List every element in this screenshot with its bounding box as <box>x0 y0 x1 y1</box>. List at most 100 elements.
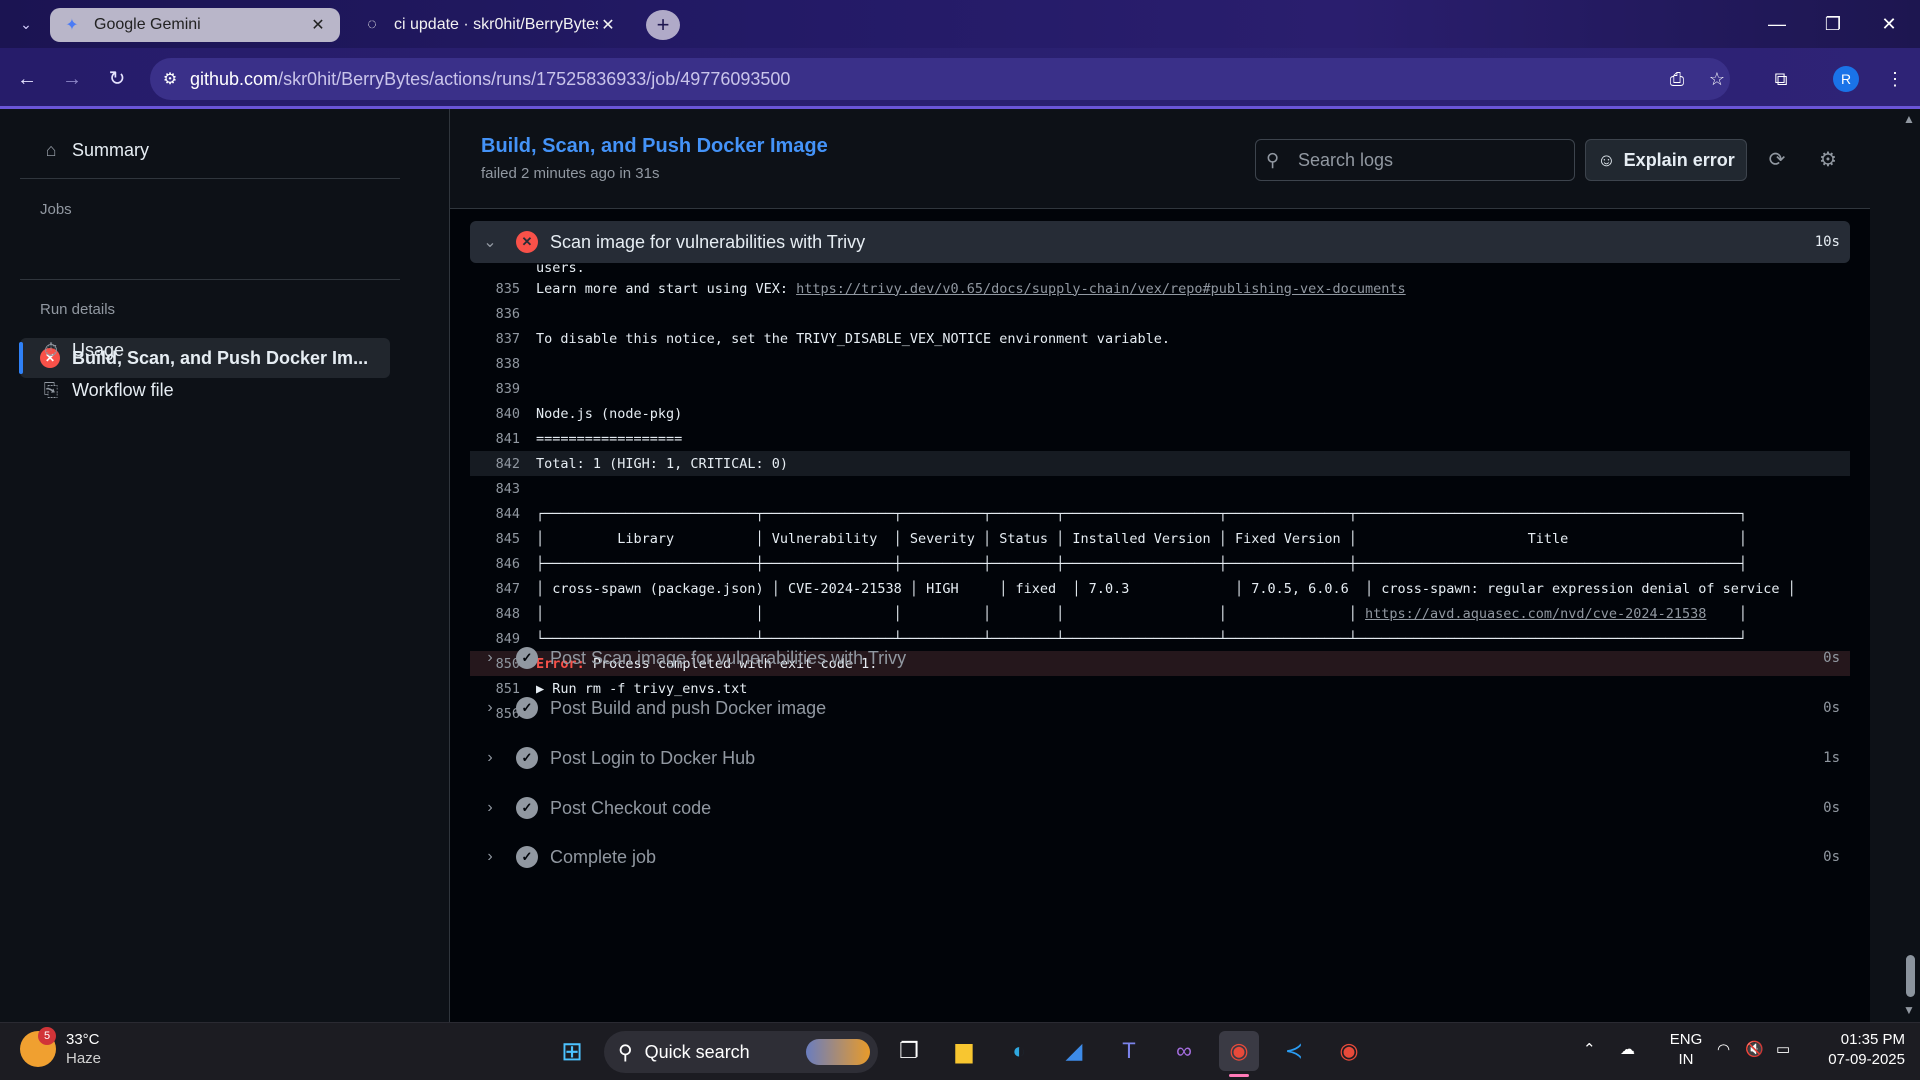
bookmark-star-icon[interactable]: ☆ <box>1702 64 1732 94</box>
show-hidden-icons[interactable]: ⌃ <box>1583 1040 1596 1058</box>
profile-avatar[interactable]: R <box>1833 66 1859 92</box>
url-text[interactable]: github.com/skr0hit/BerryBytes/actions/ru… <box>190 69 790 90</box>
line-number[interactable]: 843 <box>470 481 530 497</box>
line-number[interactable]: 846 <box>470 556 530 572</box>
extensions-icon[interactable]: ⧉ <box>1766 64 1796 94</box>
job-title[interactable]: Build, Scan, and Push Docker Image <box>481 135 828 158</box>
step-duration: 0s <box>1823 650 1840 666</box>
step-name: Post Checkout code <box>550 797 712 818</box>
line-number[interactable]: 848 <box>470 606 530 622</box>
system-clock[interactable]: 01:35 PM 07-09-2025 <box>1815 1030 1905 1070</box>
back-icon[interactable]: ← <box>12 64 42 94</box>
line-number[interactable]: 837 <box>470 331 530 347</box>
sidebar-item-summary[interactable]: ⌂ Summary <box>40 139 149 161</box>
settings-gear-icon[interactable]: ⚙ <box>1813 145 1843 175</box>
clock-time: 01:35 PM <box>1840 1031 1905 1048</box>
browser-menu-icon[interactable]: ⋮ <box>1880 64 1910 94</box>
chrome-icon-active[interactable]: ◉ <box>1219 1031 1259 1071</box>
file-explorer-icon[interactable]: ▆ <box>944 1031 984 1071</box>
sidebar-item-workflow-file[interactable]: ⎘ Workflow file <box>40 379 174 401</box>
chevron-right-icon: › <box>487 799 493 816</box>
line-number[interactable]: 842 <box>470 456 530 472</box>
search-placeholder: Search logs <box>1298 149 1394 170</box>
tab-search-dropdown-icon[interactable]: ⌄ <box>12 12 40 36</box>
line-number[interactable]: 835 <box>470 281 530 297</box>
sidebar-item-usage[interactable]: ⏱ Usage <box>40 339 124 361</box>
chrome-profile-n-icon[interactable]: ◉ <box>1329 1031 1369 1071</box>
close-tab-icon[interactable]: ✕ <box>598 15 618 35</box>
log-text: ├──────────────────────────┼────────────… <box>530 556 1747 572</box>
step-header-open[interactable]: ⌄ ✕ Scan image for vulnerabilities with … <box>470 221 1850 263</box>
vscode-icon[interactable]: ≺ <box>1274 1031 1314 1071</box>
log-link[interactable]: https://trivy.dev/v0.65/docs/supply-chai… <box>796 281 1406 297</box>
azure-app-icon[interactable]: ◢ <box>1054 1031 1094 1071</box>
step-row[interactable]: › ✓ Complete job 0s <box>470 837 1850 877</box>
job-header: Build, Scan, and Push Docker Image faile… <box>450 109 1870 209</box>
tab-github-actions[interactable]: ◌ ci update · skr0hit/BerryBytes@ ✕ <box>350 8 630 42</box>
file-code-icon: ⎘ <box>43 379 59 400</box>
restore-button[interactable]: ❐ <box>1805 0 1861 48</box>
step-duration: 10s <box>1814 234 1840 250</box>
line-number[interactable]: 841 <box>470 431 530 447</box>
weather-widget[interactable]: 5 33°C Haze <box>20 1027 102 1068</box>
log-content: │ Library │ Vulnerability │ Severity │ S… <box>536 530 1748 547</box>
divider <box>20 279 400 280</box>
language-indicator[interactable]: ENG IN <box>1666 1030 1706 1070</box>
explain-error-button[interactable]: ☺ Explain error <box>1585 139 1747 181</box>
step-name: Complete job <box>550 846 657 867</box>
new-tab-button[interactable]: + <box>646 10 680 40</box>
log-content: Total: 1 (HIGH: 1, CRITICAL: 0) <box>536 455 788 472</box>
install-app-icon[interactable]: ⎙ <box>1662 64 1692 94</box>
line-number[interactable]: 847 <box>470 581 530 597</box>
windows-start-icon[interactable]: ⊞ <box>552 1031 592 1071</box>
line-number[interactable]: 836 <box>470 306 530 322</box>
wifi-icon[interactable]: ◠ <box>1717 1040 1730 1058</box>
clock-date: 07-09-2025 <box>1828 1051 1905 1068</box>
sidebar-item-label: Summary <box>72 139 150 160</box>
line-number[interactable]: 845 <box>470 531 530 547</box>
search-logs-input[interactable]: ⚲ Search logs <box>1255 139 1575 181</box>
selected-indicator <box>19 342 23 374</box>
step-row[interactable]: › ✓ Post Build and push Docker image 0s <box>470 688 1850 728</box>
log-text: ================== <box>530 431 682 447</box>
battery-icon[interactable]: ▭ <box>1776 1040 1790 1058</box>
address-bar[interactable]: ⚙ github.com/skr0hit/BerryBytes/actions/… <box>150 58 1730 100</box>
scrollbar-thumb[interactable] <box>1906 955 1915 997</box>
edge-browser-icon[interactable]: ◐ <box>999 1031 1039 1071</box>
log-text: Node.js (node-pkg) <box>530 406 682 422</box>
reload-icon[interactable]: ↻ <box>102 64 132 94</box>
line-number[interactable]: 844 <box>470 506 530 522</box>
speaker-muted-icon[interactable]: 🔇 <box>1745 1040 1764 1058</box>
weather-desc: Haze <box>66 1050 102 1067</box>
line-number[interactable]: 838 <box>470 356 530 372</box>
home-icon: ⌂ <box>45 139 57 160</box>
page-scrollbar[interactable] <box>1900 109 1920 1022</box>
tab-title: ci update · skr0hit/BerryBytes@ <box>394 16 598 33</box>
line-number[interactable]: 840 <box>470 406 530 422</box>
forward-icon[interactable]: → <box>57 64 87 94</box>
sidebar-item-label: Workflow file <box>72 379 174 400</box>
close-window-button[interactable]: ✕ <box>1861 0 1917 48</box>
task-view-icon[interactable]: ❐ <box>889 1031 929 1071</box>
step-row[interactable]: › ✓ Post Checkout code 0s <box>470 788 1850 828</box>
close-tab-icon[interactable]: ✕ <box>308 15 328 35</box>
line-number[interactable]: 839 <box>470 381 530 397</box>
scroll-up-icon[interactable]: ▲ <box>1903 112 1915 126</box>
site-info-icon[interactable]: ⚙ <box>150 69 190 89</box>
taskbar-search[interactable]: ⚲ Quick search <box>604 1031 878 1073</box>
tab-google-gemini[interactable]: ✦ Google Gemini ✕ <box>50 8 340 42</box>
log-content: Learn more and start using VEX: <box>536 280 797 297</box>
step-row[interactable]: › ✓ Post Scan image for vulnerabilities wi… <box>470 638 1850 678</box>
scroll-down-icon[interactable]: ▼ <box>1903 1003 1915 1017</box>
failed-status-icon: ✕ <box>516 231 538 253</box>
refresh-icon[interactable]: ⟳ <box>1762 145 1792 175</box>
log-line: 835 Learn more and start using VEX: https… <box>470 276 1850 301</box>
step-row[interactable]: › ✓ Post Login to Docker Hub 1s <box>470 738 1850 778</box>
log-link[interactable]: https://avd.aquasec.com/nvd/cve-2024-215… <box>1365 606 1706 622</box>
teams-icon[interactable]: T <box>1109 1031 1149 1071</box>
visual-studio-icon[interactable]: ∞ <box>1164 1031 1204 1071</box>
log-text: │ │ │ │ │ │ │ https://avd.aquasec.com/nv… <box>530 606 1747 622</box>
onedrive-cloud-icon[interactable]: ☁ <box>1620 1040 1635 1058</box>
log-content: │ │ │ │ │ │ │ <box>536 605 1366 622</box>
minimize-button[interactable]: — <box>1749 0 1805 48</box>
